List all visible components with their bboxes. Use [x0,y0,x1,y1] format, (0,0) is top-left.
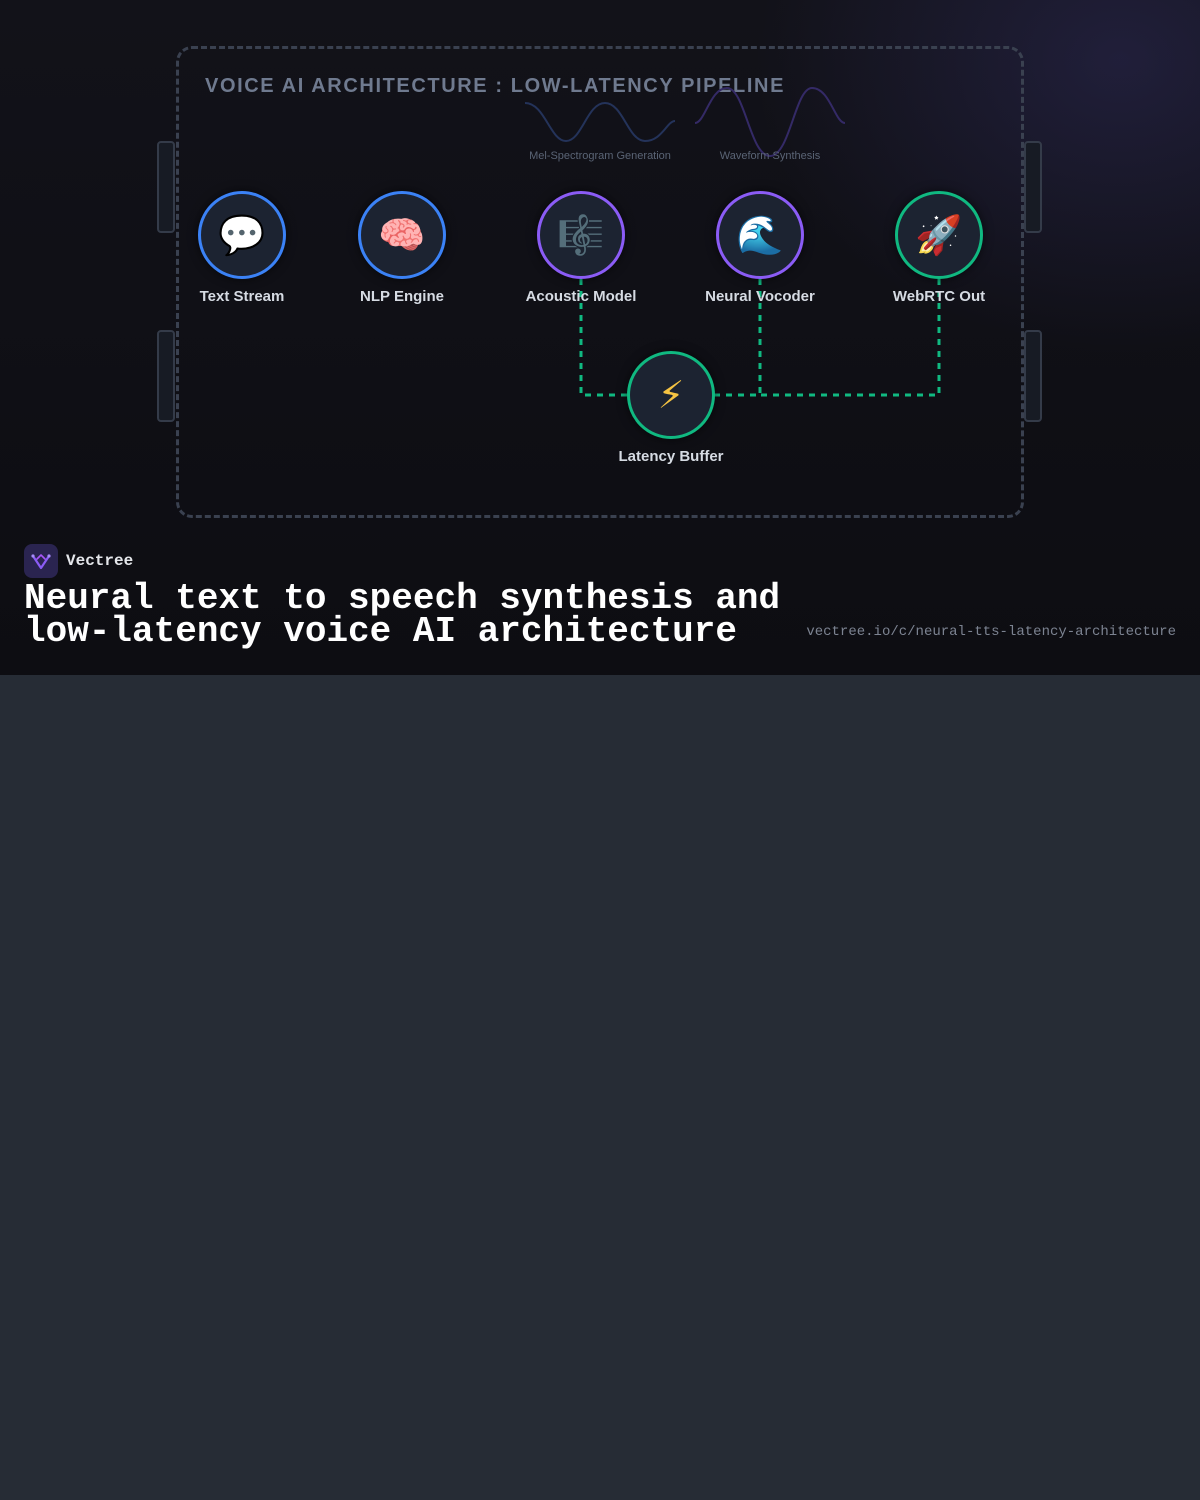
waveform-synthesis-wave [694,86,846,158]
connections-layer [524,86,941,397]
wave-icon: 🌊 [736,213,784,257]
diagram-card: VOICE AI ARCHITECTURE : LOW-LATENCY PIPE… [0,0,1200,675]
brain-icon: 🧠 [378,213,426,257]
speech-bubble-icon: 💬 [218,213,266,257]
text-stream-node[interactable]: 💬 [198,191,286,279]
nlp-engine-node[interactable]: 🧠 [358,191,446,279]
acoustic-model-node[interactable]: 🎼 [537,191,625,279]
neural-vocoder-label: Neural Vocoder [705,288,815,305]
waveform-synthesis-caption: Waveform Synthesis [719,150,821,162]
webrtc-out-label: WebRTC Out [892,288,986,305]
rocket-icon: 🚀 [915,213,963,257]
page-title: Neural text to speech synthesis and low-… [24,578,781,652]
page-url[interactable]: vectree.io/c/neural-tts-latency-architec… [806,624,1176,640]
mel-spectrogram-wave [524,101,676,143]
lightning-bolt-icon: ⚡ [657,373,685,417]
webrtc-out-node[interactable]: 🚀 [895,191,983,279]
text-stream-label: Text Stream [199,288,285,305]
brand-name: Vectree [66,552,134,570]
acoustic-model-label: Acoustic Model [525,288,637,305]
brand[interactable]: Vectree [24,544,133,578]
latency-buffer-node[interactable]: ⚡ [627,351,715,439]
latency-buffer-label: Latency Buffer [618,448,724,465]
music-score-icon: 🎼 [557,213,605,257]
neural-vocoder-node[interactable]: 🌊 [716,191,804,279]
vectree-logo-icon [24,544,58,578]
nlp-engine-label: NLP Engine [360,288,444,305]
